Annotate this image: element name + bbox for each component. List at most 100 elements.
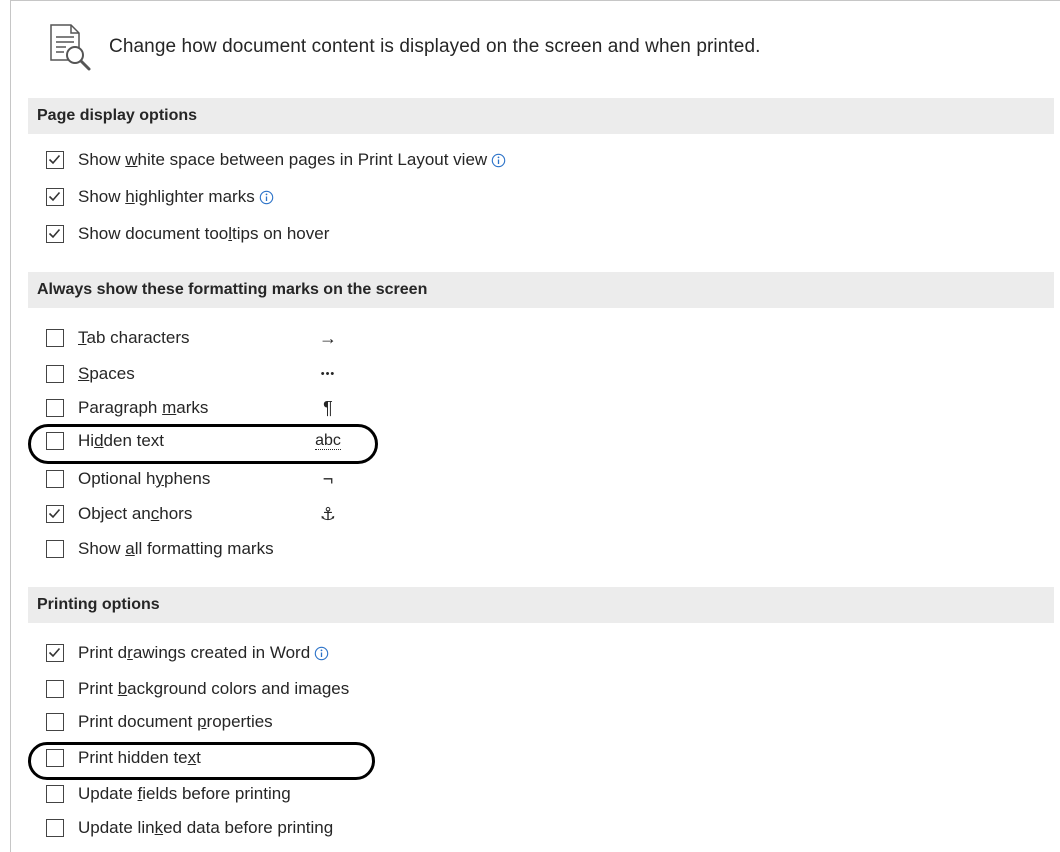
anchor-icon: ⚓: [319, 503, 337, 524]
label-text: Print d: [78, 643, 128, 662]
label-text: awings created in Word: [132, 643, 311, 662]
arrow-right-icon: →: [319, 327, 337, 348]
option-label[interactable]: Show all formatting marks: [78, 539, 274, 559]
checkbox[interactable]: [46, 151, 64, 169]
checkbox[interactable]: [46, 644, 64, 662]
option-label[interactable]: Hidden text: [78, 431, 164, 451]
label-text: Show: [78, 150, 126, 169]
label-text: Print document: [78, 712, 198, 731]
option-label[interactable]: Update linked data before printing: [78, 818, 333, 838]
option-label[interactable]: Spaces: [78, 364, 135, 384]
info-circle-icon[interactable]: [259, 190, 274, 205]
option-row-show-all-formatting-marks[interactable]: Show all formatting marks: [46, 535, 274, 563]
option-row-print-drawings-created-in-word[interactable]: Print drawings created in Word: [46, 639, 329, 667]
option-row-show-document-tooltips-on-hover[interactable]: Show document tooltips on hover: [46, 220, 329, 248]
option-label[interactable]: Optional hyphens: [78, 469, 210, 489]
checkmark-icon: [48, 154, 61, 165]
option-row-print-hidden-text[interactable]: Print hidden text: [46, 744, 201, 772]
checkbox[interactable]: [46, 432, 64, 450]
access-key: p: [197, 712, 207, 731]
hidden-text-mark: abc: [315, 431, 341, 450]
panel-top-border: [10, 0, 1060, 1]
label-text: paces: [89, 364, 135, 383]
label-text: Object an: [78, 504, 151, 523]
formatting-mark-symbol: •••: [306, 360, 350, 388]
checkbox[interactable]: [46, 188, 64, 206]
label-text: ll formatting marks: [134, 539, 274, 558]
checkbox[interactable]: [46, 680, 64, 698]
access-key: d: [94, 431, 104, 450]
label-text: tips on hover: [232, 224, 330, 243]
info-circle-icon[interactable]: [491, 153, 506, 168]
option-label[interactable]: Show highlighter marks: [78, 187, 255, 207]
header-description: Change how document content is displayed…: [109, 36, 761, 57]
label-text: ed data before printing: [163, 818, 334, 837]
checkbox[interactable]: [46, 470, 64, 488]
option-label[interactable]: Update fields before printing: [78, 784, 291, 804]
label-text: hors: [159, 504, 193, 523]
option-row-update-fields-before-printing[interactable]: Update fields before printing: [46, 780, 291, 808]
document-magnifier-icon: [50, 24, 91, 71]
checkmark-icon: [48, 191, 61, 202]
option-label[interactable]: Print hidden text: [78, 748, 201, 768]
checkbox[interactable]: [46, 399, 64, 417]
option-row-hidden-text[interactable]: Hidden text: [46, 427, 164, 455]
formatting-mark-symbol: ¶: [306, 394, 350, 422]
formatting-mark-symbol: →: [306, 324, 350, 352]
checkbox[interactable]: [46, 785, 64, 803]
checkbox[interactable]: [46, 505, 64, 523]
access-key: w: [125, 150, 138, 169]
formatting-mark-symbol: ¬: [306, 465, 350, 493]
label-text: Update: [78, 784, 138, 803]
option-row-show-white-space-between-pages-in-print-layout-view[interactable]: Show white space between pages in Print …: [46, 146, 506, 174]
info-circle-icon[interactable]: [314, 646, 329, 661]
option-label[interactable]: Print drawings created in Word: [78, 643, 310, 663]
label-text: t: [196, 748, 201, 767]
option-label[interactable]: Print background colors and images: [78, 679, 349, 699]
option-row-show-highlighter-marks[interactable]: Show highlighter marks: [46, 183, 274, 211]
checkmark-icon: [48, 508, 61, 519]
access-key: m: [162, 398, 177, 417]
access-key: c: [150, 504, 160, 523]
optional-hyphen-mark: ¬: [322, 468, 334, 489]
label-text: phens: [164, 469, 211, 488]
option-row-optional-hyphens[interactable]: Optional hyphens: [46, 465, 210, 493]
option-row-spaces[interactable]: Spaces: [46, 360, 135, 388]
checkbox[interactable]: [46, 225, 64, 243]
checkbox[interactable]: [46, 329, 64, 347]
label-text: Show: [78, 187, 126, 206]
option-label[interactable]: Paragraph marks: [78, 398, 208, 418]
checkbox[interactable]: [46, 540, 64, 558]
option-label[interactable]: Object anchors: [78, 504, 192, 524]
section-formatting-marks: Always show these formatting marks on th…: [28, 272, 1054, 308]
pilcrow-icon: ¶: [323, 397, 333, 418]
option-row-print-document-properties[interactable]: Print document properties: [46, 708, 273, 736]
option-row-print-background-colors-and-images[interactable]: Print background colors and images: [46, 675, 349, 703]
label-text: hite space between pages in Print Layout…: [137, 150, 488, 169]
checkmark-icon: [48, 647, 61, 658]
option-label[interactable]: Show document tooltips on hover: [78, 224, 329, 244]
option-row-object-anchors[interactable]: Object anchors: [46, 500, 192, 528]
label-text: arks: [176, 398, 209, 417]
option-label[interactable]: Print document properties: [78, 712, 273, 732]
label-text: ighlighter marks: [134, 187, 255, 206]
checkbox[interactable]: [46, 365, 64, 383]
option-label[interactable]: Show white space between pages in Print …: [78, 150, 487, 170]
header: Change how document content is displayed…: [45, 22, 761, 72]
section-page-display: Page display options: [28, 98, 1054, 134]
section-title-printing: Printing options: [37, 596, 160, 613]
access-key: a: [125, 539, 135, 558]
option-row-tab-characters[interactable]: Tab characters: [46, 324, 190, 352]
checkbox[interactable]: [46, 749, 64, 767]
access-key: S: [78, 364, 90, 383]
label-text: Update lin: [78, 818, 155, 837]
checkbox[interactable]: [46, 819, 64, 837]
option-label[interactable]: Tab characters: [78, 328, 190, 348]
option-row-update-linked-data-before-printing[interactable]: Update linked data before printing: [46, 814, 333, 842]
access-key: h: [125, 187, 135, 206]
access-key: x: [187, 748, 197, 767]
checkbox[interactable]: [46, 713, 64, 731]
formatting-mark-symbol: ⚓: [306, 500, 350, 528]
option-row-paragraph-marks[interactable]: Paragraph marks: [46, 394, 208, 422]
access-key: y: [155, 469, 165, 488]
